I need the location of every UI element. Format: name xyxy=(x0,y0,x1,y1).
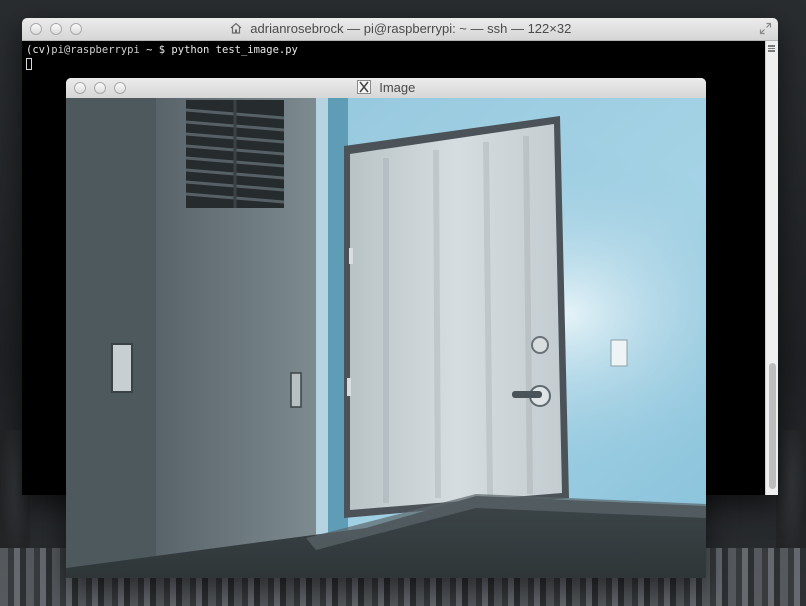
prompt-env: (cv) xyxy=(26,44,52,56)
terminal-title: adrianrosebrock — pi@raspberrypi: ~ — ss… xyxy=(250,21,572,36)
terminal-title-area: adrianrosebrock — pi@raspberrypi: ~ — ss… xyxy=(22,21,778,36)
photo-door xyxy=(66,98,706,578)
terminal-command: python test_image.py xyxy=(171,44,298,56)
x11-icon xyxy=(356,80,371,94)
prompt-host: pi@raspberrypi xyxy=(51,44,140,56)
image-titlebar[interactable]: Image xyxy=(66,78,706,99)
wall-vent xyxy=(185,100,285,208)
scrollbar-thumb[interactable] xyxy=(769,363,776,489)
image-window[interactable]: Image xyxy=(66,78,706,578)
terminal-scrollbar[interactable] xyxy=(765,41,778,495)
home-icon xyxy=(230,22,242,34)
terminal-cursor xyxy=(26,58,32,70)
terminal-prompt-line: (cv)pi@raspberrypi ~ $ python test_image… xyxy=(26,44,766,56)
image-title: Image xyxy=(379,80,416,95)
desktop-trees-right xyxy=(776,430,806,560)
image-title-area: Image xyxy=(66,80,706,95)
fullscreen-icon[interactable] xyxy=(759,22,772,35)
prompt-path: ~ $ xyxy=(139,44,172,56)
scrollbar-menu-icon[interactable] xyxy=(768,45,775,53)
terminal-titlebar[interactable]: adrianrosebrock — pi@raspberrypi: ~ — ss… xyxy=(22,18,778,41)
